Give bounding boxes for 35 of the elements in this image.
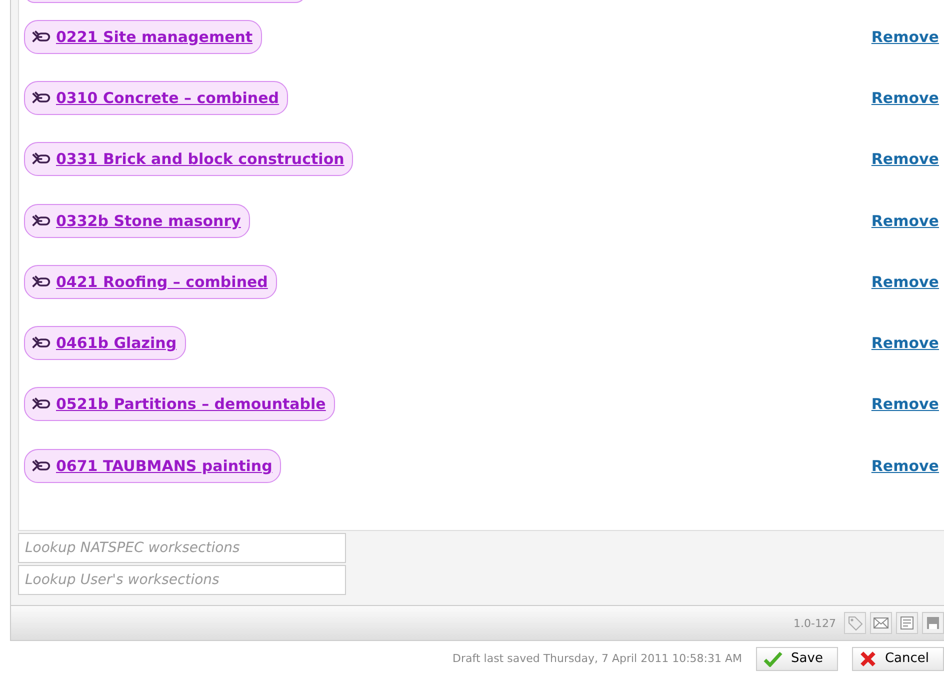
worksection-link[interactable]: 0461b Glazing <box>24 326 186 360</box>
lookup-field[interactable]: Lookup NATSPEC worksections <box>18 533 346 563</box>
remove-link[interactable]: Remove <box>871 334 939 352</box>
remove-link[interactable]: Remove <box>871 150 939 168</box>
save-button[interactable]: Save <box>756 646 838 670</box>
link-icon <box>31 274 51 289</box>
remove-link[interactable]: Remove <box>871 212 939 230</box>
worksection-link[interactable]: 0521b Partitions – demountable <box>24 387 335 422</box>
check-icon <box>763 650 784 666</box>
worksection-link[interactable]: 0421 Roofing – combined <box>24 264 277 299</box>
lookup-field[interactable]: Lookup User's worksections <box>18 565 346 595</box>
link-icon <box>31 214 51 228</box>
worksection-link[interactable]: 0310 Concrete – combined <box>24 80 288 115</box>
version-text: 1.0-127 <box>794 616 836 630</box>
worksection-link[interactable]: 0331 Brick and block construction <box>24 142 354 176</box>
worksection-link[interactable]: 0332b Stone masonry <box>24 204 250 238</box>
link-icon <box>31 458 51 473</box>
link-icon <box>31 90 51 105</box>
worksection-link[interactable]: 0221 Site management <box>24 20 262 54</box>
draft-status-text: Draft last saved Thursday, 7 April 2011 10:58:31 AM <box>452 652 742 665</box>
remove-link[interactable]: Remove <box>871 28 939 46</box>
tag-icon[interactable] <box>844 612 866 634</box>
remove-link[interactable]: Remove <box>871 272 939 291</box>
remove-link[interactable]: Remove <box>871 395 939 414</box>
worksection-link[interactable]: 0671 TAUBMANS painting <box>24 448 282 483</box>
remove-link[interactable]: Remove <box>871 88 939 107</box>
note-icon[interactable] <box>896 612 918 634</box>
mail-icon[interactable] <box>870 612 892 634</box>
close-icon <box>858 650 877 666</box>
link-icon <box>31 336 51 350</box>
remove-link[interactable]: Remove <box>871 456 939 475</box>
cancel-button[interactable]: Cancel <box>852 646 944 670</box>
link-icon <box>31 397 51 412</box>
link-icon <box>31 30 51 44</box>
link-icon <box>31 152 51 166</box>
